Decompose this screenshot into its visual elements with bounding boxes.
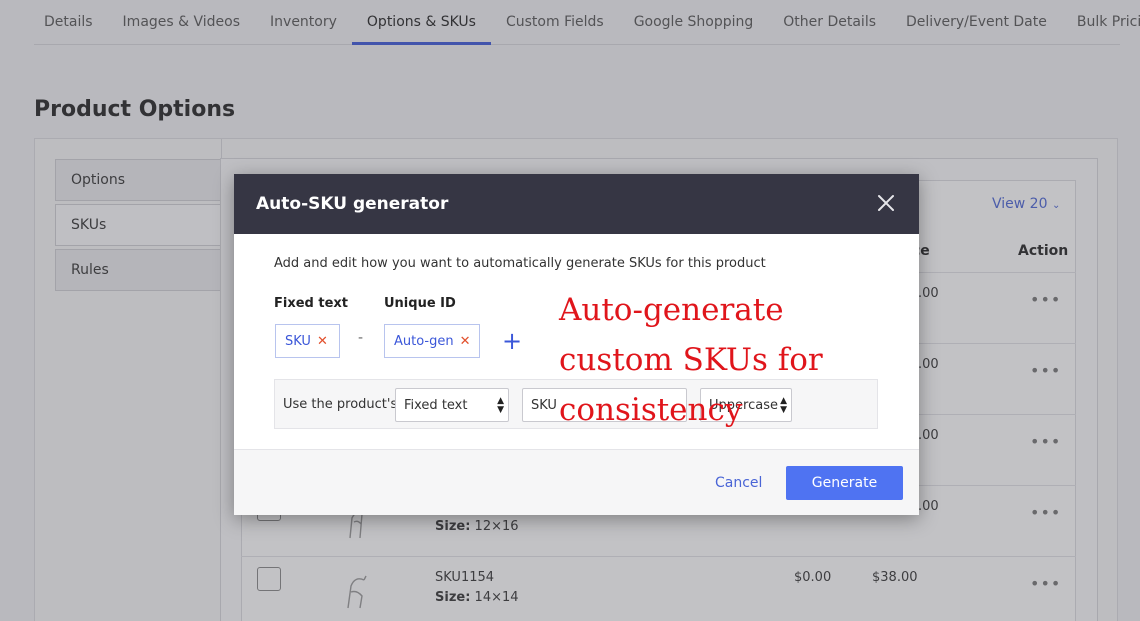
add-segment-icon[interactable]: + bbox=[502, 327, 522, 355]
source-select-value: Fixed text bbox=[404, 398, 468, 413]
dialog-header: Auto-SKU generator bbox=[234, 174, 919, 234]
fixed-text-chip[interactable]: SKU ✕ bbox=[275, 324, 340, 358]
cancel-button[interactable]: Cancel bbox=[715, 475, 762, 491]
unique-id-chip[interactable]: Auto-gen ✕ bbox=[384, 324, 480, 358]
source-select[interactable]: Fixed text ▲ ▼ bbox=[395, 388, 509, 422]
dialog-footer: Cancel Generate bbox=[234, 449, 919, 515]
remove-icon[interactable]: ✕ bbox=[460, 334, 471, 349]
select-arrows-icon: ▲ ▼ bbox=[497, 396, 504, 415]
unique-id-label: Unique ID bbox=[384, 296, 456, 311]
close-icon[interactable] bbox=[875, 192, 897, 214]
fixed-text-chip-label: SKU bbox=[285, 334, 311, 349]
unique-id-chip-label: Auto-gen bbox=[394, 334, 454, 349]
separator: - bbox=[358, 330, 364, 346]
dialog-title: Auto-SKU generator bbox=[256, 194, 449, 214]
config-prefix-label: Use the product's bbox=[283, 397, 398, 412]
remove-icon[interactable]: ✕ bbox=[317, 334, 328, 349]
dialog-description: Add and edit how you want to automatical… bbox=[274, 256, 766, 271]
generate-button[interactable]: Generate bbox=[786, 466, 903, 500]
fixed-text-label: Fixed text bbox=[274, 296, 349, 311]
promo-caption: Auto-generate custom SKUs for consistenc… bbox=[559, 292, 823, 428]
